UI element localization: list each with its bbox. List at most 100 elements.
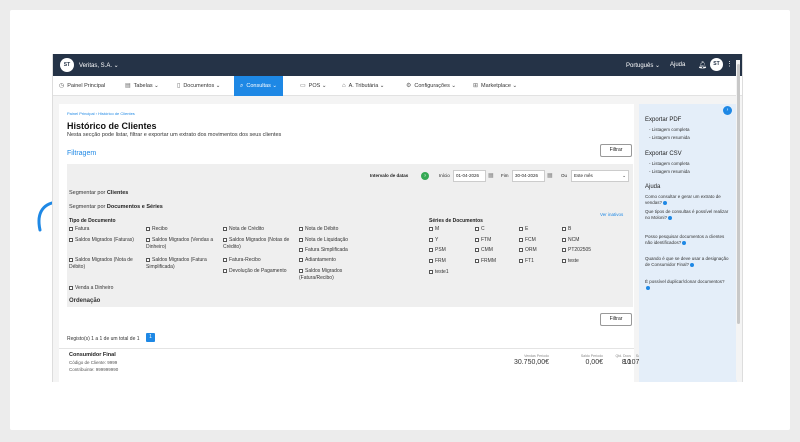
- start-date-input[interactable]: 01-04-2026: [453, 170, 486, 182]
- checkbox-series[interactable]: PSM: [429, 247, 446, 254]
- nav-painel-principal[interactable]: ◷ Painel Principal: [59, 76, 105, 96]
- see-inactive-link[interactable]: Ver inativos: [600, 212, 623, 217]
- csv-summary-link[interactable]: - Listagem resumida: [649, 169, 690, 174]
- metric-value: 10: [623, 359, 631, 366]
- help-link[interactable]: Que tipos de consultas é possível realiz…: [645, 209, 729, 221]
- filter-button-bottom[interactable]: Filtrar: [600, 313, 632, 326]
- client-name[interactable]: Consumidor Final: [69, 352, 116, 358]
- checkbox-series[interactable]: ORM: [519, 247, 537, 254]
- csv-full-link[interactable]: - Listagem completa: [649, 161, 690, 166]
- period-select[interactable]: Este mês ⌄: [571, 170, 629, 182]
- help-icon: [690, 262, 695, 267]
- end-date-label: Fim: [501, 173, 509, 178]
- clock-icon: ◷: [59, 83, 65, 89]
- nav-configuracoes[interactable]: ⚙ Configurações ⌄: [406, 76, 456, 96]
- nav-pos[interactable]: ▭ POS ⌄: [300, 76, 326, 96]
- checkbox-series[interactable]: FRMM: [475, 258, 496, 265]
- checkbox-series[interactable]: FRM: [429, 258, 446, 265]
- checkbox-doc-type[interactable]: Fatura Simplificada: [299, 247, 371, 254]
- checkbox-series[interactable]: B: [562, 226, 571, 233]
- help-link[interactable]: Quando é que se deve usar a designação d…: [645, 256, 729, 268]
- breadcrumb[interactable]: Painel Principal › Histórico de Clientes: [67, 111, 135, 116]
- export-csv-heading: Exportar CSV: [645, 151, 682, 157]
- calendar-icon[interactable]: ▦: [488, 172, 494, 179]
- checkbox-doc-type[interactable]: Nota de Liquidação: [299, 237, 371, 244]
- segment-clients-label: Clientes: [106, 190, 129, 196]
- date-range-row: Intervalo de datas ? Início 01-04-2026 ▦…: [67, 169, 633, 183]
- filter-button-top[interactable]: Filtrar: [600, 144, 632, 157]
- nav-marketplace[interactable]: ⊞ Marketplace ⌄: [473, 76, 517, 96]
- calendar-icon[interactable]: ▦: [547, 172, 553, 179]
- checkbox-series[interactable]: Y: [429, 237, 438, 244]
- search-icon: ⌕: [240, 83, 244, 89]
- ordering-section[interactable]: Ordenação: [69, 298, 100, 304]
- language-selector[interactable]: Português ⌄: [626, 62, 660, 69]
- pdf-full-link[interactable]: - Listagem completa: [649, 127, 690, 132]
- nav-label: Tabelas ⌄: [133, 83, 159, 89]
- help-heading: Ajuda: [645, 184, 661, 190]
- checkbox-series[interactable]: PT202505: [562, 247, 591, 254]
- company-logo[interactable]: ST: [60, 58, 74, 72]
- checkbox-doc-type[interactable]: Recibo: [146, 226, 218, 233]
- checkbox-series[interactable]: FCM: [519, 237, 536, 244]
- checkbox-doc-type[interactable]: Saldos Migrados (Faturas): [69, 237, 141, 244]
- client-nif: Contribuinte: 999999990: [69, 367, 119, 372]
- checkbox-series[interactable]: NCM: [562, 237, 579, 244]
- filtragem-toggle[interactable]: Filtragem: [67, 150, 96, 157]
- help-badge-icon[interactable]: ?: [421, 172, 429, 180]
- help-link[interactable]: É possível duplicar/clonar documentos?: [645, 279, 729, 291]
- nav-consultas[interactable]: ⌕ Consultas ⌄: [234, 76, 283, 96]
- start-date-label: Início: [439, 173, 450, 178]
- checkbox-doc-type[interactable]: Nota de Crédito: [223, 226, 295, 233]
- checkbox-series[interactable]: CMM: [475, 247, 493, 254]
- bell-icon[interactable]: 🔔︎: [698, 61, 707, 69]
- client-code: Código de Cliente: 9999: [69, 360, 118, 365]
- checkbox-doc-type[interactable]: Fatura-Recibo: [223, 257, 295, 264]
- divider: [59, 348, 634, 349]
- avatar[interactable]: ST: [710, 58, 723, 71]
- segment-clients[interactable]: Segmentar por Clientes: [69, 190, 128, 196]
- more-vertical-icon[interactable]: ⋮: [726, 60, 733, 68]
- checkbox-doc-type[interactable]: Adiantamento: [299, 257, 371, 264]
- segment-prefix: Segmentar por: [69, 190, 106, 196]
- nav-tabelas[interactable]: ▤ Tabelas ⌄: [125, 76, 159, 96]
- nav-label: Consultas ⌄: [246, 83, 277, 89]
- checkbox-series[interactable]: E: [519, 226, 528, 233]
- nav-label: Documentos ⌄: [183, 83, 221, 89]
- checkbox-series[interactable]: M: [429, 226, 439, 233]
- checkbox-doc-type[interactable]: Fatura: [69, 226, 141, 233]
- checkbox-doc-type[interactable]: Saldos Migrados (Nota de Débito): [69, 257, 141, 270]
- scrollbar-thumb[interactable]: [737, 64, 740, 324]
- gear-icon: ⚙: [406, 83, 412, 89]
- company-selector[interactable]: Veritas, S.A. ⌄: [79, 62, 119, 69]
- checkbox-series[interactable]: FT1: [519, 258, 534, 265]
- checkbox-series[interactable]: C: [475, 226, 485, 233]
- segment-docs[interactable]: Segmentar por Documentos e Séries: [69, 204, 163, 210]
- checkbox-doc-type[interactable]: Saldos Migrados (Vendas a Dinheiro): [146, 237, 218, 250]
- sidebar-toggle-icon[interactable]: ›: [723, 106, 732, 115]
- help-link[interactable]: Posso pesquisar documentos a clientes nã…: [645, 234, 729, 246]
- pos-icon: ▭: [300, 83, 306, 89]
- checkbox-doc-type[interactable]: Saldos Migrados (Fatura Simplificada): [146, 257, 218, 270]
- app-window: ST Veritas, S.A. ⌄ Português ⌄ Ajuda 🔔︎ …: [52, 54, 743, 382]
- main-nav: ◷ Painel Principal ▤ Tabelas ⌄ ▯ Documentos…: [53, 76, 742, 96]
- checkbox-doc-type[interactable]: Venda a Dinheiro: [69, 285, 141, 292]
- checkbox-series[interactable]: FTM: [475, 237, 491, 244]
- nav-documentos[interactable]: ▯ Documentos ⌄: [177, 76, 220, 96]
- nav-a-tributaria[interactable]: ⌂ A. Tributária ⌄: [342, 76, 384, 96]
- checkbox-doc-type[interactable]: Saldos Migrados (Notas de Crédito): [223, 237, 295, 250]
- checkbox-series[interactable]: teste1: [429, 269, 449, 276]
- segment-docs-label: Documentos e Séries: [106, 204, 163, 210]
- date-range-label: Intervalo de datas: [370, 173, 409, 178]
- checkbox-doc-type[interactable]: Saldos Migrados (Fatura/Recibo): [299, 268, 371, 281]
- end-date-input[interactable]: 30-04-2026: [512, 170, 545, 182]
- checkbox-doc-type[interactable]: Nota de Débito: [299, 226, 371, 233]
- help-icon: [663, 200, 668, 205]
- pdf-summary-link[interactable]: - Listagem resumida: [649, 135, 690, 140]
- bank-icon: ⌂: [342, 83, 346, 89]
- help-link[interactable]: Como consultar e gerar um extrato de ven…: [645, 194, 729, 206]
- checkbox-series[interactable]: teste: [562, 258, 579, 265]
- checkbox-doc-type[interactable]: Devolução de Pagamento: [223, 268, 295, 275]
- page-button[interactable]: 1: [146, 333, 155, 342]
- help-link[interactable]: Ajuda: [670, 62, 685, 68]
